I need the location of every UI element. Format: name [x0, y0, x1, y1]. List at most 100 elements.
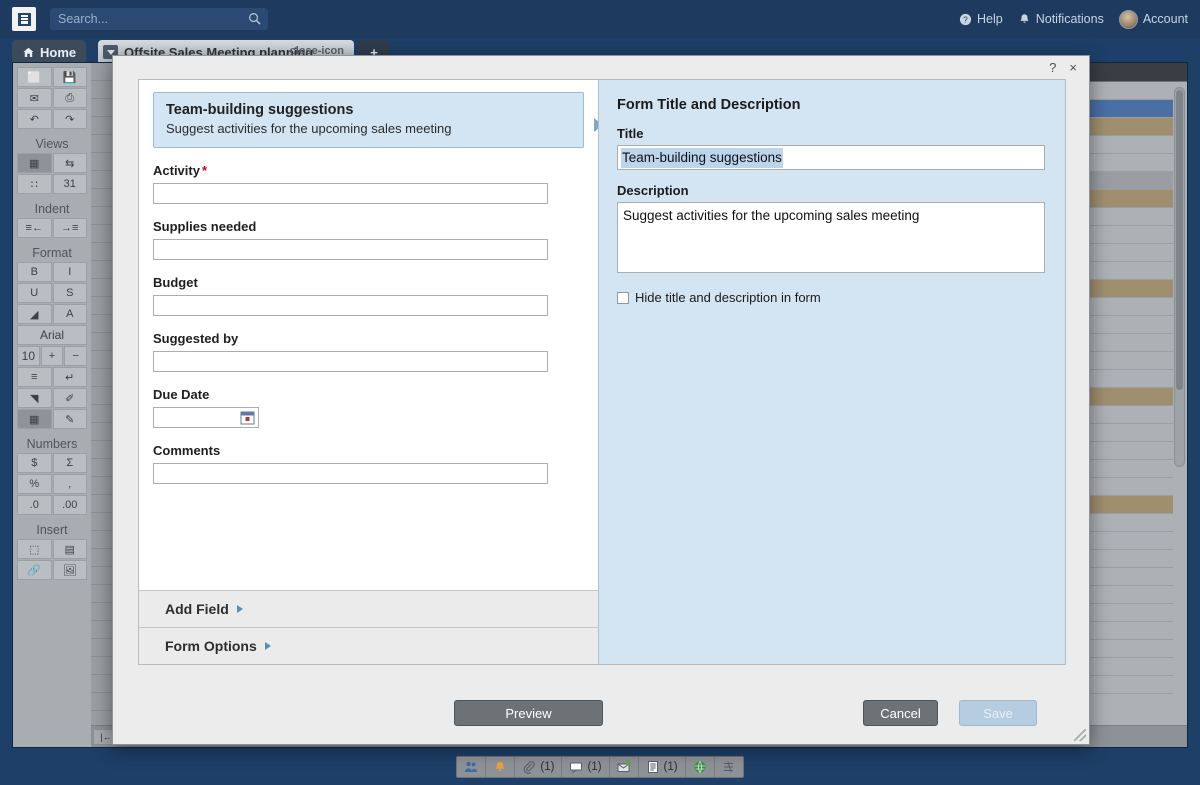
calendar-view-icon[interactable]: 31 — [52, 174, 87, 194]
font-family-select[interactable]: Arial — [17, 325, 87, 345]
accordion-add-field[interactable]: Add Field — [139, 590, 598, 627]
text-color-icon[interactable]: A — [52, 304, 87, 324]
toolbar-row: 10 + − — [17, 346, 88, 366]
toolbar-row: BI — [17, 262, 87, 282]
toolbar-group-title: Format — [32, 246, 72, 260]
title-input[interactable]: Team-building suggestions — [617, 145, 1045, 170]
toolbar-row: ↶ ↷ — [17, 109, 87, 129]
status-bar-pill: (1) (1) (1) — [456, 755, 744, 778]
form-editor-dialog: ? × Team-building suggestions Suggest ac… — [112, 55, 1090, 745]
insert-link-icon[interactable]: 🔗 — [17, 560, 52, 580]
currency-icon[interactable]: $ — [17, 453, 52, 473]
form-field-input[interactable] — [153, 183, 548, 204]
vertical-scrollbar-thumb[interactable] — [1176, 90, 1183, 390]
indent-icon[interactable]: →≡ — [52, 218, 87, 238]
cancel-button[interactable]: Cancel — [863, 700, 938, 726]
grid-view-icon[interactable]: ▦ — [17, 153, 52, 173]
notifications-button[interactable]: Notifications — [1018, 12, 1104, 26]
form-field-comments[interactable]: Comments — [153, 443, 584, 484]
save-button[interactable]: Save — [959, 700, 1037, 726]
top-navigation-bar: ? Help Notifications Account — [0, 0, 1200, 38]
clear-format-icon[interactable]: ◥ — [17, 388, 52, 408]
status-cell-activity-log[interactable] — [715, 757, 743, 777]
help-button[interactable]: ? Help — [959, 12, 1003, 26]
gantt-view-icon[interactable]: ⇆ — [52, 153, 87, 173]
formatting-toolbar: ⬜ 💾 ✉ ⎙ ↶ ↷ Views ▦ ⇆ ∷ 31 Indent ≡← →≡ Format B I U S ◢ A Ar… — [13, 63, 91, 747]
status-cell-count: (1) — [540, 760, 555, 773]
italic-icon[interactable]: I — [52, 262, 87, 282]
account-label: Account — [1142, 12, 1188, 26]
decrease-decimal-icon[interactable]: .0 — [17, 495, 52, 515]
status-cell-count: (1) — [587, 760, 602, 773]
new-document-icon[interactable]: ⬜ — [17, 67, 52, 87]
font-size-decrease-icon[interactable]: − — [64, 346, 88, 366]
toolbar-group-views: Views ▦ ⇆ ∷ 31 — [17, 134, 87, 194]
form-field-input[interactable] — [153, 463, 548, 484]
toolbar-group-title: Numbers — [26, 437, 78, 451]
increase-decimal-icon[interactable]: .00 — [52, 495, 87, 515]
contacts-icon — [464, 760, 478, 774]
redo-icon[interactable]: ↷ — [52, 109, 87, 129]
calendar-icon[interactable] — [240, 410, 255, 425]
form-field-input[interactable] — [153, 239, 548, 260]
conditional-format-icon[interactable]: ▦ — [17, 409, 52, 429]
bold-icon[interactable]: B — [17, 262, 52, 282]
outdent-icon[interactable]: ≡← — [17, 218, 52, 238]
save-icon[interactable]: 💾 — [52, 67, 87, 87]
status-cell-reports[interactable]: (1) — [639, 756, 686, 777]
app-logo-icon[interactable] — [12, 7, 36, 31]
hide-title-checkbox[interactable] — [617, 291, 629, 304]
preview-button[interactable]: Preview — [454, 700, 603, 726]
percent-icon[interactable]: % — [17, 474, 52, 494]
undo-icon[interactable]: ↶ — [17, 109, 52, 129]
font-size-increase-icon[interactable]: + — [40, 346, 64, 366]
status-cell-publish[interactable] — [686, 756, 715, 777]
dialog-help-icon[interactable]: ? — [1049, 60, 1056, 75]
search-box[interactable] — [50, 8, 268, 30]
accordion-form-options[interactable]: Form Options — [139, 627, 598, 664]
status-cell-contacts[interactable] — [457, 756, 487, 777]
underline-icon[interactable]: U — [17, 283, 52, 303]
strikethrough-icon[interactable]: S — [52, 283, 87, 303]
sum-icon[interactable]: Σ — [52, 453, 87, 473]
highlight-icon[interactable]: ✎ — [52, 409, 87, 429]
search-input[interactable] — [50, 8, 268, 30]
form-field-list: Team-building suggestions Suggest activi… — [139, 80, 598, 590]
toolbar-row: $ Σ — [17, 453, 87, 473]
fill-color-icon[interactable]: ◢ — [17, 304, 52, 324]
form-field-input[interactable] — [153, 351, 548, 372]
description-textarea[interactable] — [617, 202, 1045, 273]
toolbar-group-title: Views — [35, 137, 69, 151]
align-icon[interactable]: ≡ — [17, 367, 52, 387]
insert-image-icon[interactable]: 🖼 — [52, 560, 87, 580]
insert-row-icon[interactable]: ⬚ — [17, 539, 52, 559]
form-field-label: Budget — [153, 275, 198, 290]
status-cell-attachment[interactable]: (1) — [515, 756, 563, 777]
form-field-activity[interactable]: Activity * — [153, 163, 584, 204]
form-field-due-date[interactable]: Due Date — [153, 387, 584, 428]
card-view-icon[interactable]: ∷ — [17, 174, 52, 194]
format-painter-icon[interactable]: ✐ — [52, 388, 87, 408]
thousands-separator-icon[interactable]: ‚ — [52, 474, 87, 494]
status-cell-discussion[interactable]: (1) — [562, 756, 610, 777]
status-cell-update-request[interactable] — [610, 756, 639, 777]
vertical-scrollbar[interactable] — [1174, 87, 1185, 467]
insert-column-icon[interactable]: ▤ — [52, 539, 87, 559]
form-header-block[interactable]: Team-building suggestions Suggest activi… — [153, 92, 598, 148]
form-field-suggested-by[interactable]: Suggested by — [153, 331, 584, 372]
hide-title-row[interactable]: Hide title and description in form — [617, 290, 1045, 305]
wrap-text-icon[interactable]: ↵ — [52, 367, 87, 387]
print-icon[interactable]: ⎙ — [52, 88, 87, 108]
resize-grip[interactable] — [1074, 729, 1086, 741]
bell-icon — [1020, 13, 1029, 23]
email-icon[interactable]: ✉ — [17, 88, 52, 108]
form-field-supplies-needed[interactable]: Supplies needed — [153, 219, 584, 260]
account-button[interactable]: Account — [1118, 9, 1188, 29]
font-size-select[interactable]: 10 — [17, 346, 40, 366]
status-cell-alerts[interactable] — [486, 756, 516, 777]
form-field-label: Activity * — [153, 163, 208, 178]
dialog-close-icon[interactable]: × — [1069, 60, 1077, 75]
form-field-budget[interactable]: Budget — [153, 275, 584, 316]
form-field-input[interactable] — [153, 295, 548, 316]
tab-home[interactable]: Home — [12, 40, 87, 64]
